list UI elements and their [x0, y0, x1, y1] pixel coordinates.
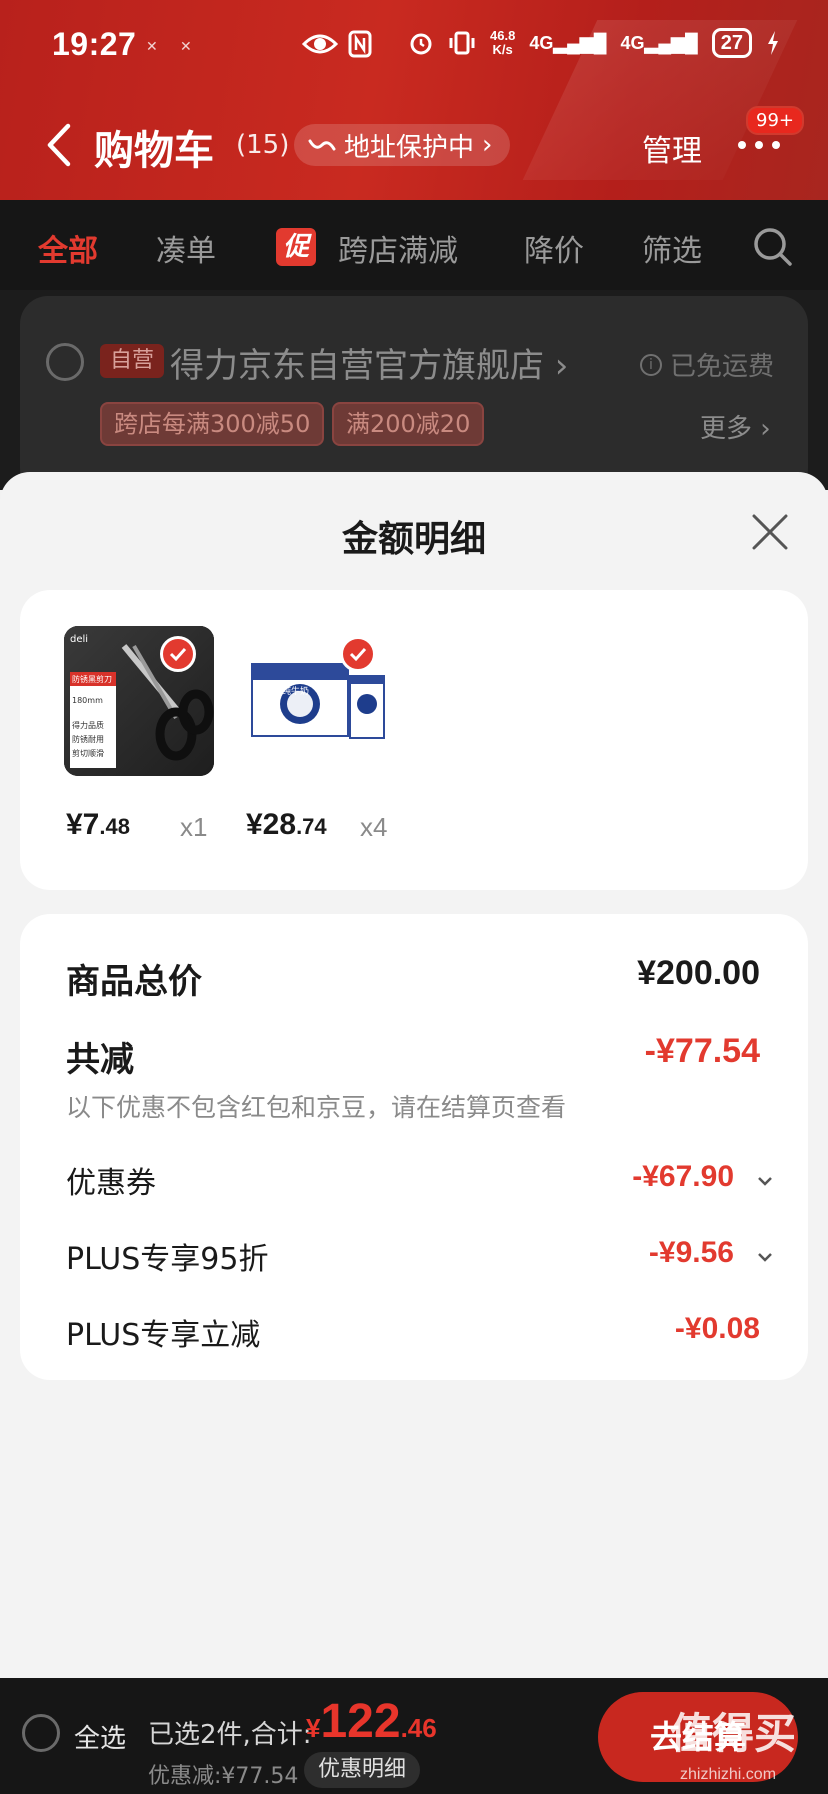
notification-icon: ✕ [180, 38, 192, 54]
select-all-label[interactable]: 全选 [74, 1718, 126, 1755]
search-icon[interactable] [752, 226, 794, 268]
charging-icon [766, 30, 780, 56]
coupon-label[interactable]: 优惠券 [66, 1158, 156, 1202]
status-bar: 19:27 ✕ ✕ 46.8 K/s 4G▂▄▆█ 4G▂▄▆█ 27 [0, 0, 828, 92]
product-image-feature: 得力品质 [72, 721, 104, 730]
price-integer: ¥28 [246, 808, 297, 841]
tab-price-drop[interactable]: 降价 [524, 226, 584, 270]
vibrate-icon [448, 30, 476, 56]
status-time: 19:27 [52, 26, 137, 62]
plus-reduce-label: PLUS专享立减 [66, 1318, 261, 1353]
signal-2-label: 4G [620, 32, 645, 53]
self-operated-badge: 自营 [100, 344, 165, 378]
goods-total-value: ¥200.00 [637, 954, 760, 992]
total-price: ¥122.46 [306, 1694, 437, 1749]
net-speed: 46.8 K/s [490, 29, 515, 57]
signal-1-label: 4G [529, 32, 554, 53]
notification-icon: ✕ [146, 38, 158, 54]
product-image-feature: 剪切顺滑 [72, 749, 104, 758]
net-speed-value: 46.8 [490, 28, 516, 43]
selected-check-icon [340, 636, 376, 672]
store-select-radio[interactable] [46, 343, 84, 381]
price-decimal: .48 [99, 814, 130, 839]
address-protect-button[interactable]: 地址保护中 › [294, 124, 511, 166]
product-image-feature: 防锈耐用 [72, 735, 104, 744]
svg-text:deli: deli [70, 634, 88, 645]
free-shipping: i 已免运费 [640, 346, 774, 383]
store-name-label: 得力京东自营官方旗舰店 [170, 346, 544, 386]
page-title: 购物车 [94, 128, 214, 174]
more-promos-link[interactable]: 更多 › [700, 408, 771, 445]
alarm-icon [408, 30, 434, 56]
total-decimal: .46 [400, 1713, 437, 1743]
total-reduce-value: -¥77.54 [644, 1032, 760, 1070]
price-integer: ¥7 [66, 808, 100, 841]
discount-summary: 优惠减:¥77.54 [148, 1764, 299, 1789]
chevron-down-icon[interactable] [756, 1248, 774, 1262]
product-image-spec: 180mm [72, 696, 103, 705]
plus95-label[interactable]: PLUS专享95折 [66, 1234, 269, 1278]
tab-all[interactable]: 全部 [38, 226, 98, 270]
store-name[interactable]: 得力京东自营官方旗舰店 › [170, 338, 568, 387]
price-decimal: .74 [296, 814, 327, 839]
tab-combine[interactable]: 凑单 [156, 226, 216, 270]
total-integer: 122 [320, 1695, 401, 1748]
more-promos-label: 更多 [700, 414, 753, 444]
shield-icon [308, 130, 336, 160]
signal-2: 4G▂▄▆█ [620, 32, 698, 53]
header: 19:27 ✕ ✕ 46.8 K/s 4G▂▄▆█ 4G▂▄▆█ 27 购物车 … [0, 0, 828, 200]
nfc-icon [348, 30, 372, 58]
address-protect-label: 地址保护中 [344, 132, 475, 163]
coupon-value[interactable]: -¥67.90 [632, 1160, 734, 1194]
cart-count: (15) [236, 130, 290, 160]
nav-bar: 购物车 (15) 地址保护中 › 管理 99+ [0, 100, 828, 190]
tab-cross-store[interactable]: 跨店满减 [338, 226, 458, 270]
item-price-milk: ¥28.74 [246, 808, 327, 842]
select-all-radio[interactable] [22, 1714, 60, 1752]
selected-check-icon [160, 636, 196, 672]
selected-summary: 已选2件,合计: [148, 1720, 312, 1750]
item-qty-scissors: x1 [180, 812, 208, 842]
free-shipping-label: 已免运费 [670, 352, 775, 382]
more-badge: 99+ [746, 106, 804, 135]
watermark-logo: 值得买 [670, 1709, 797, 1758]
goods-total-label: 商品总价 [66, 962, 202, 1002]
plus-reduce-value: -¥0.08 [674, 1312, 760, 1345]
filter-tabs: 全部 凑单 跨店满减 降价 筛选 [0, 200, 828, 290]
status-icons: 46.8 K/s 4G▂▄▆█ 4G▂▄▆█ 27 [408, 28, 780, 58]
net-speed-unit: K/s [492, 42, 513, 57]
info-icon: i [640, 353, 662, 376]
total-reduce-label: 共减 [66, 1040, 134, 1080]
product-image-label: 纯牛奶 [282, 687, 310, 697]
item-qty-milk: x4 [360, 812, 388, 842]
manage-button[interactable]: 管理 [642, 126, 702, 170]
tab-filter[interactable]: 筛选 [642, 226, 702, 270]
battery-icon: 27 [711, 28, 752, 58]
sheet-title: 金额明细 [341, 519, 486, 560]
watermark-url: zhizhizhi.com [680, 1766, 777, 1783]
eye-icon [302, 32, 338, 56]
store-card [20, 296, 808, 496]
chevron-right-icon: › [482, 130, 493, 160]
store-promo-1[interactable]: 跨店每满300减50 [100, 402, 325, 446]
discount-detail-button[interactable]: 优惠明细 [304, 1752, 421, 1788]
plus95-value[interactable]: -¥9.56 [649, 1236, 734, 1270]
back-button[interactable] [40, 120, 80, 170]
close-icon[interactable] [748, 510, 792, 554]
signal-1: 4G▂▄▆█ [529, 32, 607, 53]
total-yen: ¥ [306, 1713, 321, 1743]
promo-tag: 促 [276, 228, 316, 266]
price-detail-card: 商品总价 ¥200.00 共减 -¥77.54 以下优惠不包含红包和京豆，请在结… [20, 914, 808, 1380]
chevron-down-icon[interactable] [756, 1172, 774, 1186]
discount-note: 以下优惠不包含红包和京豆，请在结算页查看 [66, 1093, 567, 1122]
product-image-label: 防锈黑剪刀 [72, 675, 112, 684]
store-promo-2[interactable]: 满200减20 [332, 402, 485, 446]
item-price-scissors: ¥7.48 [66, 808, 130, 842]
